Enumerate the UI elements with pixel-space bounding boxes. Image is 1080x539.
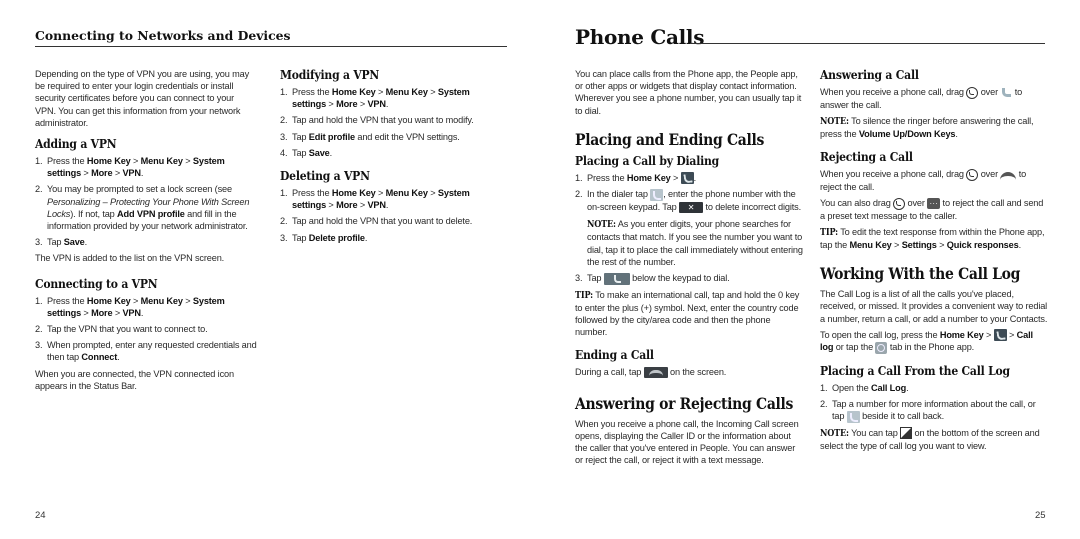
list-item: 4. Tap Save. bbox=[280, 147, 333, 158]
list-item: 1. Open the Call Log. bbox=[820, 382, 909, 393]
page-number-left: 24 bbox=[35, 510, 46, 521]
answer-circle-icon bbox=[966, 168, 979, 181]
call-log-heading: Working With the Call Log bbox=[820, 264, 1021, 284]
rejecting-call-heading: Rejecting a Call bbox=[820, 150, 913, 165]
right-column-2: Answering a Call When you receive a phon… bbox=[820, 68, 1048, 456]
placing-ending-heading: Placing and Ending Calls bbox=[575, 129, 765, 149]
ending-call-heading: Ending a Call bbox=[575, 348, 654, 363]
answer-circle-icon bbox=[893, 197, 906, 210]
list-item: 2. Tap a number for more information abou… bbox=[820, 399, 1036, 423]
call-from-log-steps: 1. Open the Call Log. 2. Tap a number for … bbox=[820, 382, 1048, 423]
list-item: 2. Tap and hold the VPN that you want to … bbox=[280, 216, 473, 227]
call-log-note: NOTE: You can tap on the bottom of the s… bbox=[820, 427, 1040, 452]
call-log-intro: The Call Log is a list of all the calls … bbox=[820, 289, 1048, 324]
dialing-tip: TIP: To make an international call, tap … bbox=[575, 289, 800, 338]
connecting-vpn-result: When you are connected, the VPN connecte… bbox=[35, 368, 234, 391]
phone-app-icon bbox=[680, 172, 694, 185]
modifying-vpn-heading: Modifying a VPN bbox=[280, 68, 380, 82]
message-icon bbox=[927, 195, 941, 209]
adding-vpn-result: The VPN is added to the list on the VPN … bbox=[35, 253, 225, 264]
call-from-log-heading: Placing a Call From the Call Log bbox=[820, 363, 1010, 378]
list-item: 2. Tap and hold the VPN that you want to … bbox=[280, 115, 474, 126]
connecting-vpn-steps: 1. Press the Home Key > Menu Key > System… bbox=[35, 295, 257, 364]
dial-button-icon bbox=[603, 272, 630, 285]
running-head: Connecting to Networks and Devices bbox=[35, 28, 507, 47]
list-item: 3. Tap Delete profile. bbox=[280, 232, 368, 243]
list-item: 2. In the dialer tap , enter the phone nu… bbox=[575, 188, 803, 267]
call-back-icon bbox=[846, 410, 860, 423]
ending-call-text: During a call, tap on the screen. bbox=[575, 367, 727, 379]
list-item: 3. Tap Save. bbox=[35, 237, 88, 248]
answering-call-note: NOTE: To silence the ringer before answe… bbox=[820, 115, 1034, 139]
list-item: 3. When prompted, enter any requested cre… bbox=[35, 340, 257, 363]
left-column-1: Depending on the type of VPN you are usi… bbox=[35, 68, 257, 396]
end-call-icon bbox=[643, 367, 668, 379]
answering-rejecting-heading: Answering or Rejecting Calls bbox=[575, 393, 794, 413]
clock-icon bbox=[875, 341, 888, 354]
list-item: 1. Press the Home Key > Menu Key > System… bbox=[280, 87, 470, 110]
list-item: 3. Tap Edit profile and edit the VPN sett… bbox=[280, 131, 460, 142]
menu-corner-icon bbox=[900, 427, 913, 440]
phone-app-icon bbox=[993, 329, 1007, 342]
list-item: 1. Press the Home Key > . bbox=[575, 172, 697, 185]
adding-vpn-steps: 1. Press the Home Key > Menu Key > System… bbox=[35, 155, 257, 248]
right-column-1: You can place calls from the Phone app, … bbox=[575, 68, 803, 470]
modifying-vpn-steps: 1. Press the Home Key > Menu Key > System… bbox=[280, 86, 505, 159]
vpn-intro: Depending on the type of VPN you are usi… bbox=[35, 69, 250, 128]
connecting-vpn-heading: Connecting to a VPN bbox=[35, 276, 158, 291]
list-item: 1. Press the Home Key > Menu Key > System… bbox=[35, 295, 225, 318]
dialer-phone-icon bbox=[650, 188, 664, 201]
title-rule bbox=[690, 43, 1045, 44]
list-item: 2. You may be prompted to set a lock scre… bbox=[35, 184, 250, 232]
list-item: 2. Tap the VPN that you want to connect t… bbox=[35, 324, 208, 335]
dialing-heading: Placing a Call by Dialing bbox=[575, 153, 719, 168]
call-log-open: To open the call log, press the Home Key… bbox=[820, 329, 1033, 354]
rejecting-call-text: When you receive a phone call, drag over… bbox=[820, 168, 1027, 192]
answering-rejecting-text: When you receive a phone call, the Incom… bbox=[575, 418, 799, 466]
phone-calls-intro: You can place calls from the Phone app, … bbox=[575, 69, 802, 116]
rejecting-call-also: You can also drag over to reject the cal… bbox=[820, 195, 1048, 222]
list-item: 3. Tap below the keypad to dial. bbox=[575, 272, 730, 285]
rejecting-call-tip: TIP: To edit the text response from with… bbox=[820, 226, 1045, 250]
list-item: 1. Press the Home Key > Menu Key > System… bbox=[35, 156, 225, 179]
deleting-vpn-heading: Deleting a VPN bbox=[280, 169, 370, 184]
answer-circle-icon bbox=[966, 86, 979, 99]
answering-call-text: When you receive a phone call, drag over… bbox=[820, 86, 1023, 110]
answering-call-heading: Answering a Call bbox=[820, 68, 919, 82]
hangup-icon bbox=[1000, 171, 1017, 179]
page-title: Phone Calls bbox=[575, 25, 705, 49]
delete-key-icon: ✕ bbox=[679, 202, 704, 213]
handset-icon bbox=[1000, 87, 1012, 98]
adding-vpn-heading: Adding a VPN bbox=[35, 137, 117, 152]
list-item: 1. Press the Home Key > Menu Key > System… bbox=[280, 188, 470, 211]
dialing-note: NOTE: As you enter digits, your phone se… bbox=[587, 219, 803, 267]
deleting-vpn-steps: 1. Press the Home Key > Menu Key > System… bbox=[280, 187, 505, 244]
dialing-steps: 1. Press the Home Key > . 2. In the dialer… bbox=[575, 172, 803, 285]
left-column-2: Modifying a VPN 1. Press the Home Key > M… bbox=[280, 68, 505, 248]
page-number-right: 25 bbox=[1035, 510, 1046, 521]
